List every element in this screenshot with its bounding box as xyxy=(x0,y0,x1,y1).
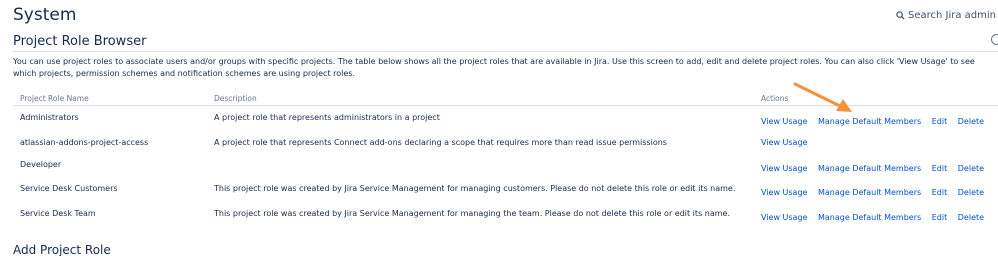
table-row: atlassian-addons-project-access A projec… xyxy=(0,138,998,162)
edit-link[interactable]: Edit xyxy=(932,188,948,197)
row-actions: View Usage Manage Default Members Edit D… xyxy=(761,188,992,197)
edit-link[interactable]: Edit xyxy=(932,117,948,126)
edit-link[interactable]: Edit xyxy=(932,164,948,173)
table-row: Administrators A project role that repre… xyxy=(0,113,998,137)
view-usage-link[interactable]: View Usage xyxy=(761,164,807,173)
role-description: A project role that represents administr… xyxy=(214,113,440,122)
search-jira-admin-label: Search Jira admin xyxy=(907,10,996,21)
manage-default-members-link[interactable]: Manage Default Members xyxy=(818,117,921,126)
page: System Search Jira admin Project Role Br… xyxy=(0,0,998,256)
view-usage-link[interactable]: View Usage xyxy=(761,213,807,222)
edit-link[interactable]: Edit xyxy=(932,213,948,222)
page-title: System xyxy=(13,5,77,25)
column-header-description: Description xyxy=(214,94,257,103)
role-description: This project role was created by Jira Se… xyxy=(214,209,730,218)
view-usage-link[interactable]: View Usage xyxy=(761,188,807,197)
column-header-name: Project Role Name xyxy=(20,94,89,103)
intro-text: You can use project roles to associate u… xyxy=(13,57,975,78)
manage-default-members-link[interactable]: Manage Default Members xyxy=(818,213,921,222)
role-name: Service Desk Team xyxy=(20,209,96,218)
table-row: Service Desk Team This project role was … xyxy=(0,209,998,233)
role-description: This project role was created by Jira Se… xyxy=(214,184,736,193)
role-description: A project role that represents Connect a… xyxy=(214,138,667,147)
row-actions: View Usage Manage Default Members Edit D… xyxy=(761,164,992,173)
view-usage-link[interactable]: View Usage xyxy=(761,138,807,147)
manage-default-members-link[interactable]: Manage Default Members xyxy=(818,188,921,197)
role-name: atlassian-addons-project-access xyxy=(20,138,149,147)
delete-link[interactable]: Delete xyxy=(958,213,984,222)
delete-link[interactable]: Delete xyxy=(958,188,984,197)
column-header-actions: Actions xyxy=(761,94,789,103)
role-name: Administrators xyxy=(20,113,79,122)
manage-default-members-link[interactable]: Manage Default Members xyxy=(818,164,921,173)
help-icon[interactable] xyxy=(991,34,998,45)
delete-link[interactable]: Delete xyxy=(958,164,984,173)
search-icon xyxy=(896,11,905,20)
delete-link[interactable]: Delete xyxy=(958,117,984,126)
section-divider xyxy=(13,51,998,52)
table-row: Service Desk Customers This project role… xyxy=(0,184,998,208)
row-actions: View Usage xyxy=(761,138,815,147)
table-header-divider xyxy=(13,105,998,106)
row-actions: View Usage Manage Default Members Edit D… xyxy=(761,117,992,126)
role-name: Service Desk Customers xyxy=(20,184,118,193)
row-actions: View Usage Manage Default Members Edit D… xyxy=(761,213,992,222)
role-name: Developer xyxy=(20,160,62,169)
view-usage-link[interactable]: View Usage xyxy=(761,117,807,126)
section-title: Project Role Browser xyxy=(13,34,147,49)
search-jira-admin-link[interactable]: Search Jira admin xyxy=(896,10,996,21)
table-row: Developer View Usage Manage Default Memb… xyxy=(0,160,998,184)
add-project-role-heading: Add Project Role xyxy=(13,243,111,256)
